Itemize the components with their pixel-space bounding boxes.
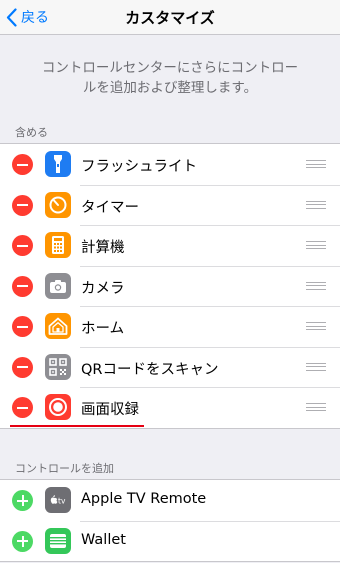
list-item-home[interactable]: ホーム	[0, 306, 340, 347]
page-title: カスタマイズ	[125, 9, 215, 27]
list-item-screen-recording[interactable]: 画面収録	[0, 387, 340, 428]
remove-button[interactable]	[12, 397, 33, 418]
reorder-handle[interactable]	[306, 321, 326, 331]
item-label: QRコードをスキャン	[81, 361, 219, 378]
reorder-handle[interactable]	[306, 159, 326, 169]
reorder-handle[interactable]	[306, 281, 326, 291]
list-item-apple-tv-remote[interactable]: tv Apple TV Remote	[0, 480, 340, 521]
remove-button[interactable]	[12, 194, 33, 216]
svg-text:tv: tv	[58, 497, 66, 506]
timer-icon	[45, 191, 71, 218]
qr-code-icon	[45, 353, 71, 380]
item-label: Apple TV Remote	[81, 491, 207, 507]
list-item-flashlight[interactable]: フラッシュライト	[0, 144, 340, 185]
add-button[interactable]	[12, 530, 33, 552]
more-controls-list: tv Apple TV Remote Wallet	[0, 479, 340, 562]
remove-button[interactable]	[12, 235, 33, 256]
list-item-wallet[interactable]: Wallet	[0, 520, 340, 562]
list-item-timer[interactable]: タイマー	[0, 184, 340, 226]
reorder-handle[interactable]	[306, 362, 326, 372]
item-label: 計算機	[81, 240, 125, 256]
remove-button[interactable]	[12, 316, 33, 337]
item-label: 画面収録	[81, 402, 139, 418]
section-header-included: 含める	[15, 126, 48, 139]
navigation-bar: 戻る カスタマイズ	[0, 0, 340, 35]
item-label: カメラ	[81, 280, 125, 297]
included-controls-list: フラッシュライト タイマー 計算機 カメラ ホーム QRコードをスキャン 画面収…	[0, 143, 340, 429]
list-item-camera[interactable]: カメラ	[0, 265, 340, 307]
reorder-handle[interactable]	[306, 402, 326, 412]
highlight-underline	[10, 425, 144, 427]
list-item-calculator[interactable]: 計算機	[0, 225, 340, 266]
camera-icon	[45, 272, 71, 299]
calculator-icon	[45, 232, 71, 258]
reorder-handle[interactable]	[306, 200, 326, 210]
screen-recording-icon	[45, 394, 71, 420]
remove-button[interactable]	[12, 356, 33, 378]
description-line-1: コントロールセンターにさらにコントロー	[41, 60, 299, 76]
item-label: タイマー	[81, 199, 139, 216]
item-label: フラッシュライト	[81, 159, 197, 175]
list-item-qr-code-scan[interactable]: QRコードをスキャン	[0, 346, 340, 388]
item-label: ホーム	[81, 321, 125, 337]
remove-button[interactable]	[12, 154, 33, 175]
description-text: コントロールセンターにさらにコントロー ルを追加および整理します。	[20, 58, 320, 98]
description-line-2: ルを追加および整理します。	[82, 80, 258, 96]
item-label: Wallet	[81, 531, 126, 548]
remove-button[interactable]	[12, 275, 33, 297]
section-header-more-controls: コントロールを追加	[15, 462, 114, 475]
add-button[interactable]	[12, 490, 33, 511]
flashlight-icon	[45, 151, 71, 177]
reorder-handle[interactable]	[306, 240, 326, 250]
home-icon	[45, 313, 71, 339]
wallet-icon	[45, 527, 71, 554]
apple-tv-remote-icon: tv	[45, 487, 71, 513]
